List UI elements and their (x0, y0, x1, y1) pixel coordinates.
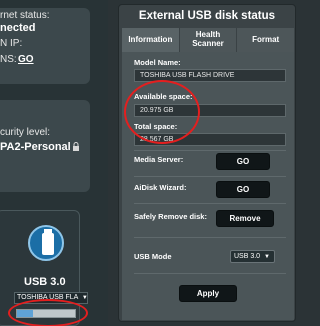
usb-drive-icon[interactable] (28, 225, 64, 261)
divider (134, 273, 286, 274)
chevron-down-icon: ▼ (81, 295, 88, 301)
usb-mode-value: USB 3.0 (234, 253, 261, 260)
tab-health-scanner[interactable]: Health Scanner (179, 28, 238, 52)
dns-label: NS: (0, 54, 17, 65)
divider (134, 203, 286, 204)
tab-bar: Information Health Scanner Format (122, 28, 295, 52)
divider (134, 237, 286, 238)
internet-status-value: nected (0, 22, 36, 34)
tab-format[interactable]: Format (237, 28, 295, 52)
safely-remove-label: Safely Remove disk: (134, 212, 207, 221)
apply-button[interactable]: Apply (179, 285, 237, 302)
dns-go-link[interactable]: GO (18, 54, 34, 65)
aidisk-wizard-label: AiDisk Wizard: (134, 183, 187, 192)
media-server-label: Media Server: (134, 155, 184, 164)
media-server-go-button[interactable]: GO (216, 153, 270, 170)
remove-button[interactable]: Remove (216, 210, 274, 227)
security-level-label: curity level: (0, 127, 51, 138)
lock-icon (73, 142, 79, 151)
internet-status-label: rnet status: (0, 10, 50, 21)
annotation-circle-usb (8, 299, 88, 326)
model-name-label: Model Name: (134, 58, 181, 67)
tab-information[interactable]: Information (122, 28, 180, 52)
chevron-down-icon: ▼ (264, 254, 270, 260)
usb-port-label: USB 3.0 (24, 276, 66, 288)
annotation-circle-space (124, 80, 200, 144)
dialog-title: External USB disk status (138, 10, 276, 22)
aidisk-wizard-go-button[interactable]: GO (216, 181, 270, 198)
divider (134, 150, 286, 151)
divider (134, 176, 286, 177)
usb-mode-select[interactable]: USB 3.0 ▼ (230, 250, 275, 263)
usb-status-dialog: External USB disk status Information Hea… (118, 4, 296, 322)
security-value: PA2-Personal (0, 141, 71, 153)
usb-mode-label: USB Mode (134, 252, 172, 261)
wan-ip-label: N IP: (0, 38, 23, 49)
tab-health-scanner-label: Health Scanner (192, 30, 224, 48)
